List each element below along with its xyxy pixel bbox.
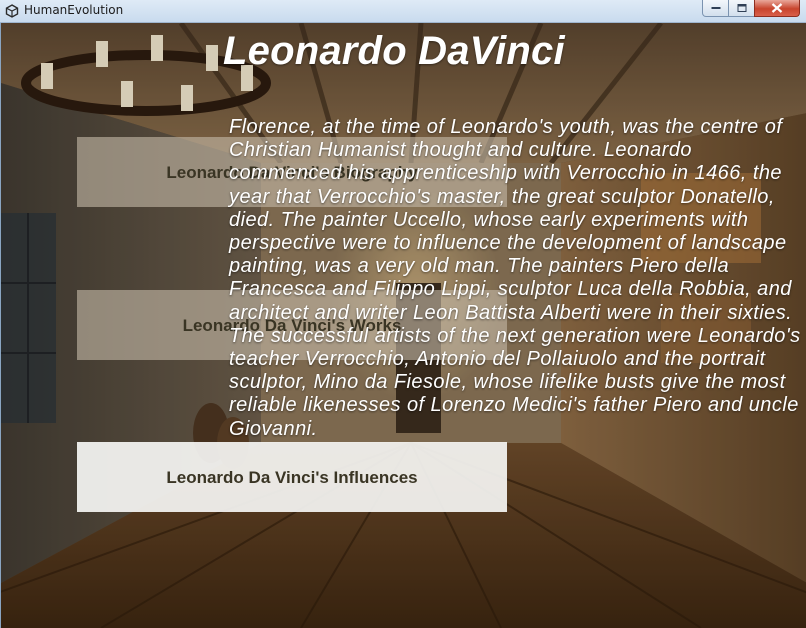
minimize-icon	[711, 7, 720, 9]
page-title: Leonardo DaVinci	[223, 29, 565, 73]
app-viewport: Leonardo DaVinci Leonardo Da Vinci's Bio…	[0, 23, 806, 628]
influences-button-label: Leonardo Da Vinci's Influences	[166, 467, 418, 487]
unity-app-icon	[5, 4, 19, 18]
close-icon	[771, 3, 783, 13]
influences-button[interactable]: Leonardo Da Vinci's Influences	[77, 442, 507, 512]
maximize-button[interactable]	[728, 0, 755, 17]
biography-text: Florence, at the time of Leonardo's yout…	[229, 116, 801, 440]
maximize-icon	[737, 4, 746, 12]
close-button[interactable]	[754, 0, 800, 17]
window-title: HumanEvolution	[24, 3, 124, 17]
minimize-button[interactable]	[702, 0, 729, 17]
window-title-bar[interactable]: HumanEvolution	[0, 0, 806, 23]
